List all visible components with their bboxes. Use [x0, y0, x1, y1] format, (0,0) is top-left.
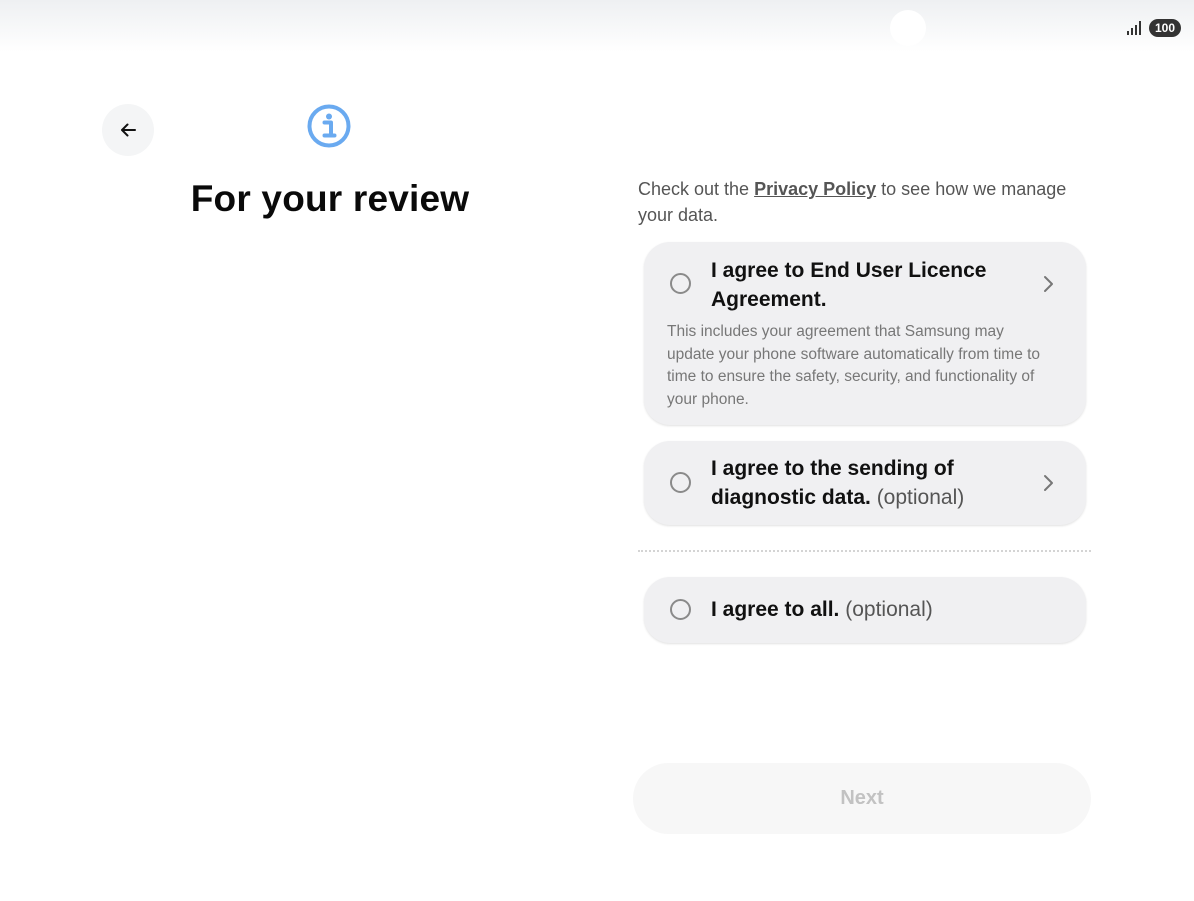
diagnostic-radio-button[interactable]: [670, 472, 691, 493]
eula-title-text: I agree to End User Licence Agreement.: [711, 259, 987, 311]
privacy-intro-text: Check out the Privacy Policy to see how …: [638, 176, 1068, 228]
camera-cutout: [890, 10, 926, 46]
diagnostic-agreement-title: I agree to the sending of diagnostic dat…: [711, 454, 1026, 512]
agree-all-optional-label: (optional): [839, 598, 933, 621]
intro-text-before: Check out the: [638, 179, 755, 199]
chevron-right-icon[interactable]: [1040, 275, 1056, 293]
battery-level-badge: 100: [1149, 19, 1181, 37]
eula-radio-button[interactable]: [670, 273, 691, 294]
signal-bars-icon: [1127, 21, 1143, 35]
section-divider: [638, 550, 1091, 552]
eula-description: This includes your agreement that Samsun…: [667, 323, 1041, 408]
chevron-right-icon[interactable]: [1040, 474, 1056, 492]
page-title: For your review: [190, 178, 470, 219]
privacy-policy-link[interactable]: Privacy Policy: [754, 179, 876, 199]
eula-agreement-card[interactable]: I agree to End User Licence Agreement. T…: [644, 242, 1086, 425]
agree-all-radio-button[interactable]: [670, 599, 691, 620]
diagnostic-data-card[interactable]: I agree to the sending of diagnostic dat…: [644, 441, 1086, 525]
back-button[interactable]: [102, 104, 154, 156]
status-bar: 100: [0, 0, 1194, 52]
agree-all-card[interactable]: I agree to all. (optional): [644, 577, 1086, 643]
eula-agreement-title: I agree to End User Licence Agreement.: [711, 256, 1026, 314]
next-button[interactable]: Next: [633, 763, 1091, 834]
setup-screen: 100 For your review Check out the Privac…: [0, 0, 1194, 901]
agree-all-title-text: I agree to all.: [711, 598, 840, 621]
arrow-left-icon: [121, 123, 136, 137]
diagnostic-optional-label: (optional): [870, 486, 965, 509]
agree-all-title: I agree to all. (optional): [711, 595, 1071, 624]
info-circle-icon: [307, 104, 351, 148]
